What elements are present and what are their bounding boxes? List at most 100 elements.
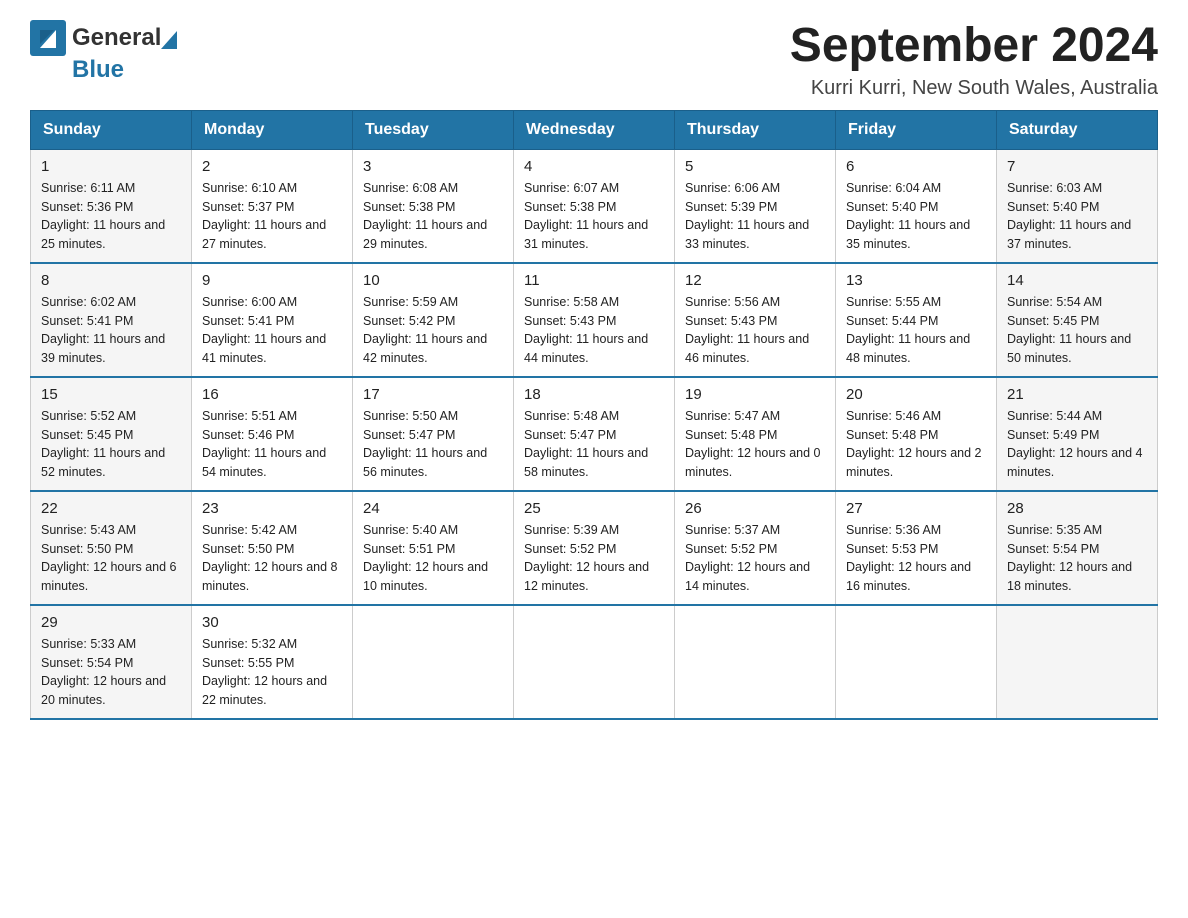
day-info: Sunrise: 5:59 AM Sunset: 5:42 PM Dayligh…: [363, 293, 503, 368]
header-thursday: Thursday: [675, 110, 836, 149]
calendar-cell: 14 Sunrise: 5:54 AM Sunset: 5:45 PM Dayl…: [997, 263, 1158, 377]
day-info: Sunrise: 5:35 AM Sunset: 5:54 PM Dayligh…: [1007, 521, 1147, 596]
day-number: 25: [524, 500, 664, 517]
calendar-cell: 11 Sunrise: 5:58 AM Sunset: 5:43 PM Dayl…: [514, 263, 675, 377]
calendar-cell: 9 Sunrise: 6:00 AM Sunset: 5:41 PM Dayli…: [192, 263, 353, 377]
day-info: Sunrise: 5:56 AM Sunset: 5:43 PM Dayligh…: [685, 293, 825, 368]
logo-blue-text: Blue: [72, 56, 124, 83]
header-friday: Friday: [836, 110, 997, 149]
day-info: Sunrise: 5:40 AM Sunset: 5:51 PM Dayligh…: [363, 521, 503, 596]
calendar-cell: 18 Sunrise: 5:48 AM Sunset: 5:47 PM Dayl…: [514, 377, 675, 491]
day-number: 24: [363, 500, 503, 517]
day-number: 12: [685, 272, 825, 289]
day-number: 5: [685, 158, 825, 175]
calendar-week-row: 8 Sunrise: 6:02 AM Sunset: 5:41 PM Dayli…: [31, 263, 1158, 377]
calendar-cell: 12 Sunrise: 5:56 AM Sunset: 5:43 PM Dayl…: [675, 263, 836, 377]
day-number: 2: [202, 158, 342, 175]
calendar-cell: 22 Sunrise: 5:43 AM Sunset: 5:50 PM Dayl…: [31, 491, 192, 605]
calendar-cell: 10 Sunrise: 5:59 AM Sunset: 5:42 PM Dayl…: [353, 263, 514, 377]
calendar-header-row: SundayMondayTuesdayWednesdayThursdayFrid…: [31, 110, 1158, 149]
day-info: Sunrise: 5:36 AM Sunset: 5:53 PM Dayligh…: [846, 521, 986, 596]
day-info: Sunrise: 5:55 AM Sunset: 5:44 PM Dayligh…: [846, 293, 986, 368]
day-number: 6: [846, 158, 986, 175]
calendar-cell: 7 Sunrise: 6:03 AM Sunset: 5:40 PM Dayli…: [997, 149, 1158, 263]
calendar-cell: 6 Sunrise: 6:04 AM Sunset: 5:40 PM Dayli…: [836, 149, 997, 263]
day-number: 9: [202, 272, 342, 289]
calendar-cell: 27 Sunrise: 5:36 AM Sunset: 5:53 PM Dayl…: [836, 491, 997, 605]
month-title: September 2024: [790, 20, 1158, 73]
calendar-cell: 20 Sunrise: 5:46 AM Sunset: 5:48 PM Dayl…: [836, 377, 997, 491]
calendar-cell: 29 Sunrise: 5:33 AM Sunset: 5:54 PM Dayl…: [31, 605, 192, 719]
header-sunday: Sunday: [31, 110, 192, 149]
day-number: 21: [1007, 386, 1147, 403]
day-number: 14: [1007, 272, 1147, 289]
day-info: Sunrise: 5:44 AM Sunset: 5:49 PM Dayligh…: [1007, 407, 1147, 482]
calendar-cell: 24 Sunrise: 5:40 AM Sunset: 5:51 PM Dayl…: [353, 491, 514, 605]
day-info: Sunrise: 6:10 AM Sunset: 5:37 PM Dayligh…: [202, 179, 342, 254]
day-number: 30: [202, 614, 342, 631]
day-number: 7: [1007, 158, 1147, 175]
day-number: 27: [846, 500, 986, 517]
calendar-cell: 21 Sunrise: 5:44 AM Sunset: 5:49 PM Dayl…: [997, 377, 1158, 491]
day-info: Sunrise: 5:47 AM Sunset: 5:48 PM Dayligh…: [685, 407, 825, 482]
day-number: 10: [363, 272, 503, 289]
calendar-week-row: 22 Sunrise: 5:43 AM Sunset: 5:50 PM Dayl…: [31, 491, 1158, 605]
page-header: General Blue September 2024 Kurri Kurri,…: [30, 20, 1158, 100]
header-wednesday: Wednesday: [514, 110, 675, 149]
day-info: Sunrise: 5:50 AM Sunset: 5:47 PM Dayligh…: [363, 407, 503, 482]
day-number: 8: [41, 272, 181, 289]
day-number: 16: [202, 386, 342, 403]
day-info: Sunrise: 5:42 AM Sunset: 5:50 PM Dayligh…: [202, 521, 342, 596]
day-number: 20: [846, 386, 986, 403]
day-info: Sunrise: 5:54 AM Sunset: 5:45 PM Dayligh…: [1007, 293, 1147, 368]
calendar-cell: 17 Sunrise: 5:50 AM Sunset: 5:47 PM Dayl…: [353, 377, 514, 491]
day-number: 26: [685, 500, 825, 517]
day-info: Sunrise: 6:11 AM Sunset: 5:36 PM Dayligh…: [41, 179, 181, 254]
header-monday: Monday: [192, 110, 353, 149]
calendar-cell: [997, 605, 1158, 719]
day-number: 28: [1007, 500, 1147, 517]
day-info: Sunrise: 6:03 AM Sunset: 5:40 PM Dayligh…: [1007, 179, 1147, 254]
calendar-cell: [675, 605, 836, 719]
day-info: Sunrise: 6:06 AM Sunset: 5:39 PM Dayligh…: [685, 179, 825, 254]
calendar-cell: 28 Sunrise: 5:35 AM Sunset: 5:54 PM Dayl…: [997, 491, 1158, 605]
calendar-cell: [836, 605, 997, 719]
calendar-cell: [514, 605, 675, 719]
day-number: 3: [363, 158, 503, 175]
day-info: Sunrise: 6:04 AM Sunset: 5:40 PM Dayligh…: [846, 179, 986, 254]
header-saturday: Saturday: [997, 110, 1158, 149]
day-info: Sunrise: 5:48 AM Sunset: 5:47 PM Dayligh…: [524, 407, 664, 482]
calendar-cell: [353, 605, 514, 719]
calendar-cell: 3 Sunrise: 6:08 AM Sunset: 5:38 PM Dayli…: [353, 149, 514, 263]
logo: General Blue: [30, 20, 179, 84]
calendar-cell: 16 Sunrise: 5:51 AM Sunset: 5:46 PM Dayl…: [192, 377, 353, 491]
day-info: Sunrise: 5:37 AM Sunset: 5:52 PM Dayligh…: [685, 521, 825, 596]
day-number: 1: [41, 158, 181, 175]
location-title: Kurri Kurri, New South Wales, Australia: [790, 77, 1158, 100]
day-info: Sunrise: 5:46 AM Sunset: 5:48 PM Dayligh…: [846, 407, 986, 482]
calendar-cell: 4 Sunrise: 6:07 AM Sunset: 5:38 PM Dayli…: [514, 149, 675, 263]
day-info: Sunrise: 5:39 AM Sunset: 5:52 PM Dayligh…: [524, 521, 664, 596]
calendar-cell: 15 Sunrise: 5:52 AM Sunset: 5:45 PM Dayl…: [31, 377, 192, 491]
calendar-week-row: 29 Sunrise: 5:33 AM Sunset: 5:54 PM Dayl…: [31, 605, 1158, 719]
calendar-cell: 19 Sunrise: 5:47 AM Sunset: 5:48 PM Dayl…: [675, 377, 836, 491]
day-number: 22: [41, 500, 181, 517]
title-block: September 2024 Kurri Kurri, New South Wa…: [790, 20, 1158, 100]
day-info: Sunrise: 6:00 AM Sunset: 5:41 PM Dayligh…: [202, 293, 342, 368]
day-info: Sunrise: 5:51 AM Sunset: 5:46 PM Dayligh…: [202, 407, 342, 482]
day-info: Sunrise: 6:02 AM Sunset: 5:41 PM Dayligh…: [41, 293, 181, 368]
calendar-cell: 1 Sunrise: 6:11 AM Sunset: 5:36 PM Dayli…: [31, 149, 192, 263]
calendar-cell: 13 Sunrise: 5:55 AM Sunset: 5:44 PM Dayl…: [836, 263, 997, 377]
calendar-cell: 23 Sunrise: 5:42 AM Sunset: 5:50 PM Dayl…: [192, 491, 353, 605]
logo-icon: [30, 20, 66, 56]
calendar-week-row: 1 Sunrise: 6:11 AM Sunset: 5:36 PM Dayli…: [31, 149, 1158, 263]
day-info: Sunrise: 6:07 AM Sunset: 5:38 PM Dayligh…: [524, 179, 664, 254]
day-number: 13: [846, 272, 986, 289]
calendar-cell: 5 Sunrise: 6:06 AM Sunset: 5:39 PM Dayli…: [675, 149, 836, 263]
day-number: 29: [41, 614, 181, 631]
logo-general-text: General: [72, 24, 161, 52]
day-info: Sunrise: 5:33 AM Sunset: 5:54 PM Dayligh…: [41, 635, 181, 710]
calendar-cell: 2 Sunrise: 6:10 AM Sunset: 5:37 PM Dayli…: [192, 149, 353, 263]
day-number: 19: [685, 386, 825, 403]
calendar-cell: 30 Sunrise: 5:32 AM Sunset: 5:55 PM Dayl…: [192, 605, 353, 719]
